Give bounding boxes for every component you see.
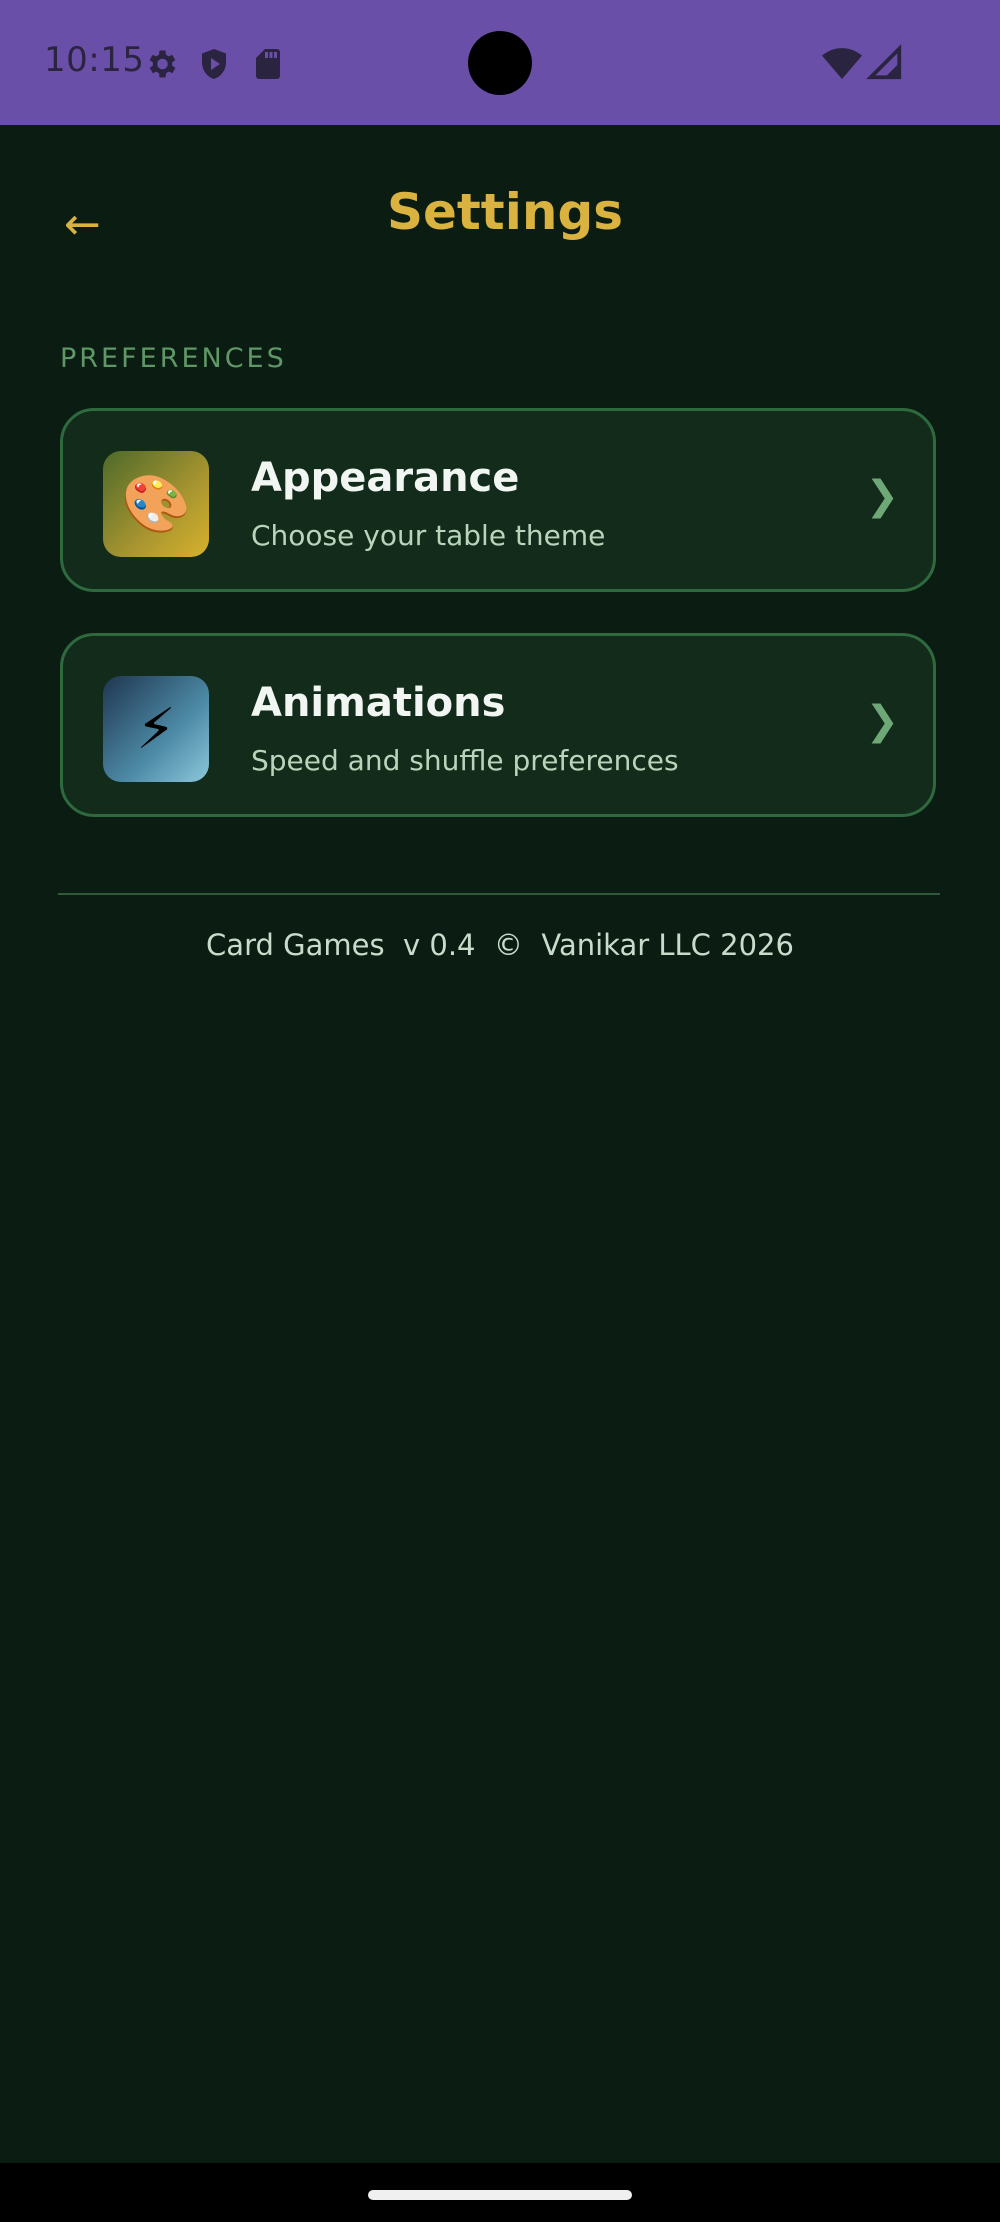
animations-setting-card[interactable]: ⚡ Animations Speed and shuffle preferenc… bbox=[60, 633, 936, 817]
animations-subtitle: Speed and shuffle preferences bbox=[251, 744, 679, 777]
status-time: 10:15 bbox=[44, 40, 145, 80]
page-title: Settings bbox=[386, 183, 623, 241]
chevron-right-icon: ❯ bbox=[865, 698, 899, 744]
sd-card-icon bbox=[256, 49, 280, 79]
status-bar: 10:15 bbox=[0, 0, 1000, 125]
palette-icon: 🎨 bbox=[103, 451, 209, 557]
appearance-subtitle: Choose your table theme bbox=[251, 519, 606, 552]
lightning-icon: ⚡ bbox=[103, 676, 209, 782]
home-gesture-handle[interactable] bbox=[368, 2190, 632, 2200]
gear-icon bbox=[149, 50, 176, 78]
section-label-preferences: PREFERENCES bbox=[60, 343, 287, 374]
signal-icon bbox=[866, 44, 902, 80]
camera-cutout bbox=[468, 31, 532, 95]
version-footer: Card Games v 0.4 © Vanikar LLC 2026 bbox=[206, 928, 794, 962]
wifi-icon bbox=[822, 48, 862, 79]
appearance-setting-card[interactable]: 🎨 Appearance Choose your table theme ❯ bbox=[60, 408, 936, 592]
settings-screen: ← Settings PREFERENCES 🎨 Appearance Choo… bbox=[0, 125, 1000, 2163]
chevron-right-icon: ❯ bbox=[865, 473, 899, 519]
divider bbox=[58, 893, 940, 895]
appearance-title: Appearance bbox=[251, 455, 520, 501]
animations-title: Animations bbox=[251, 680, 506, 726]
shield-icon bbox=[202, 49, 226, 79]
